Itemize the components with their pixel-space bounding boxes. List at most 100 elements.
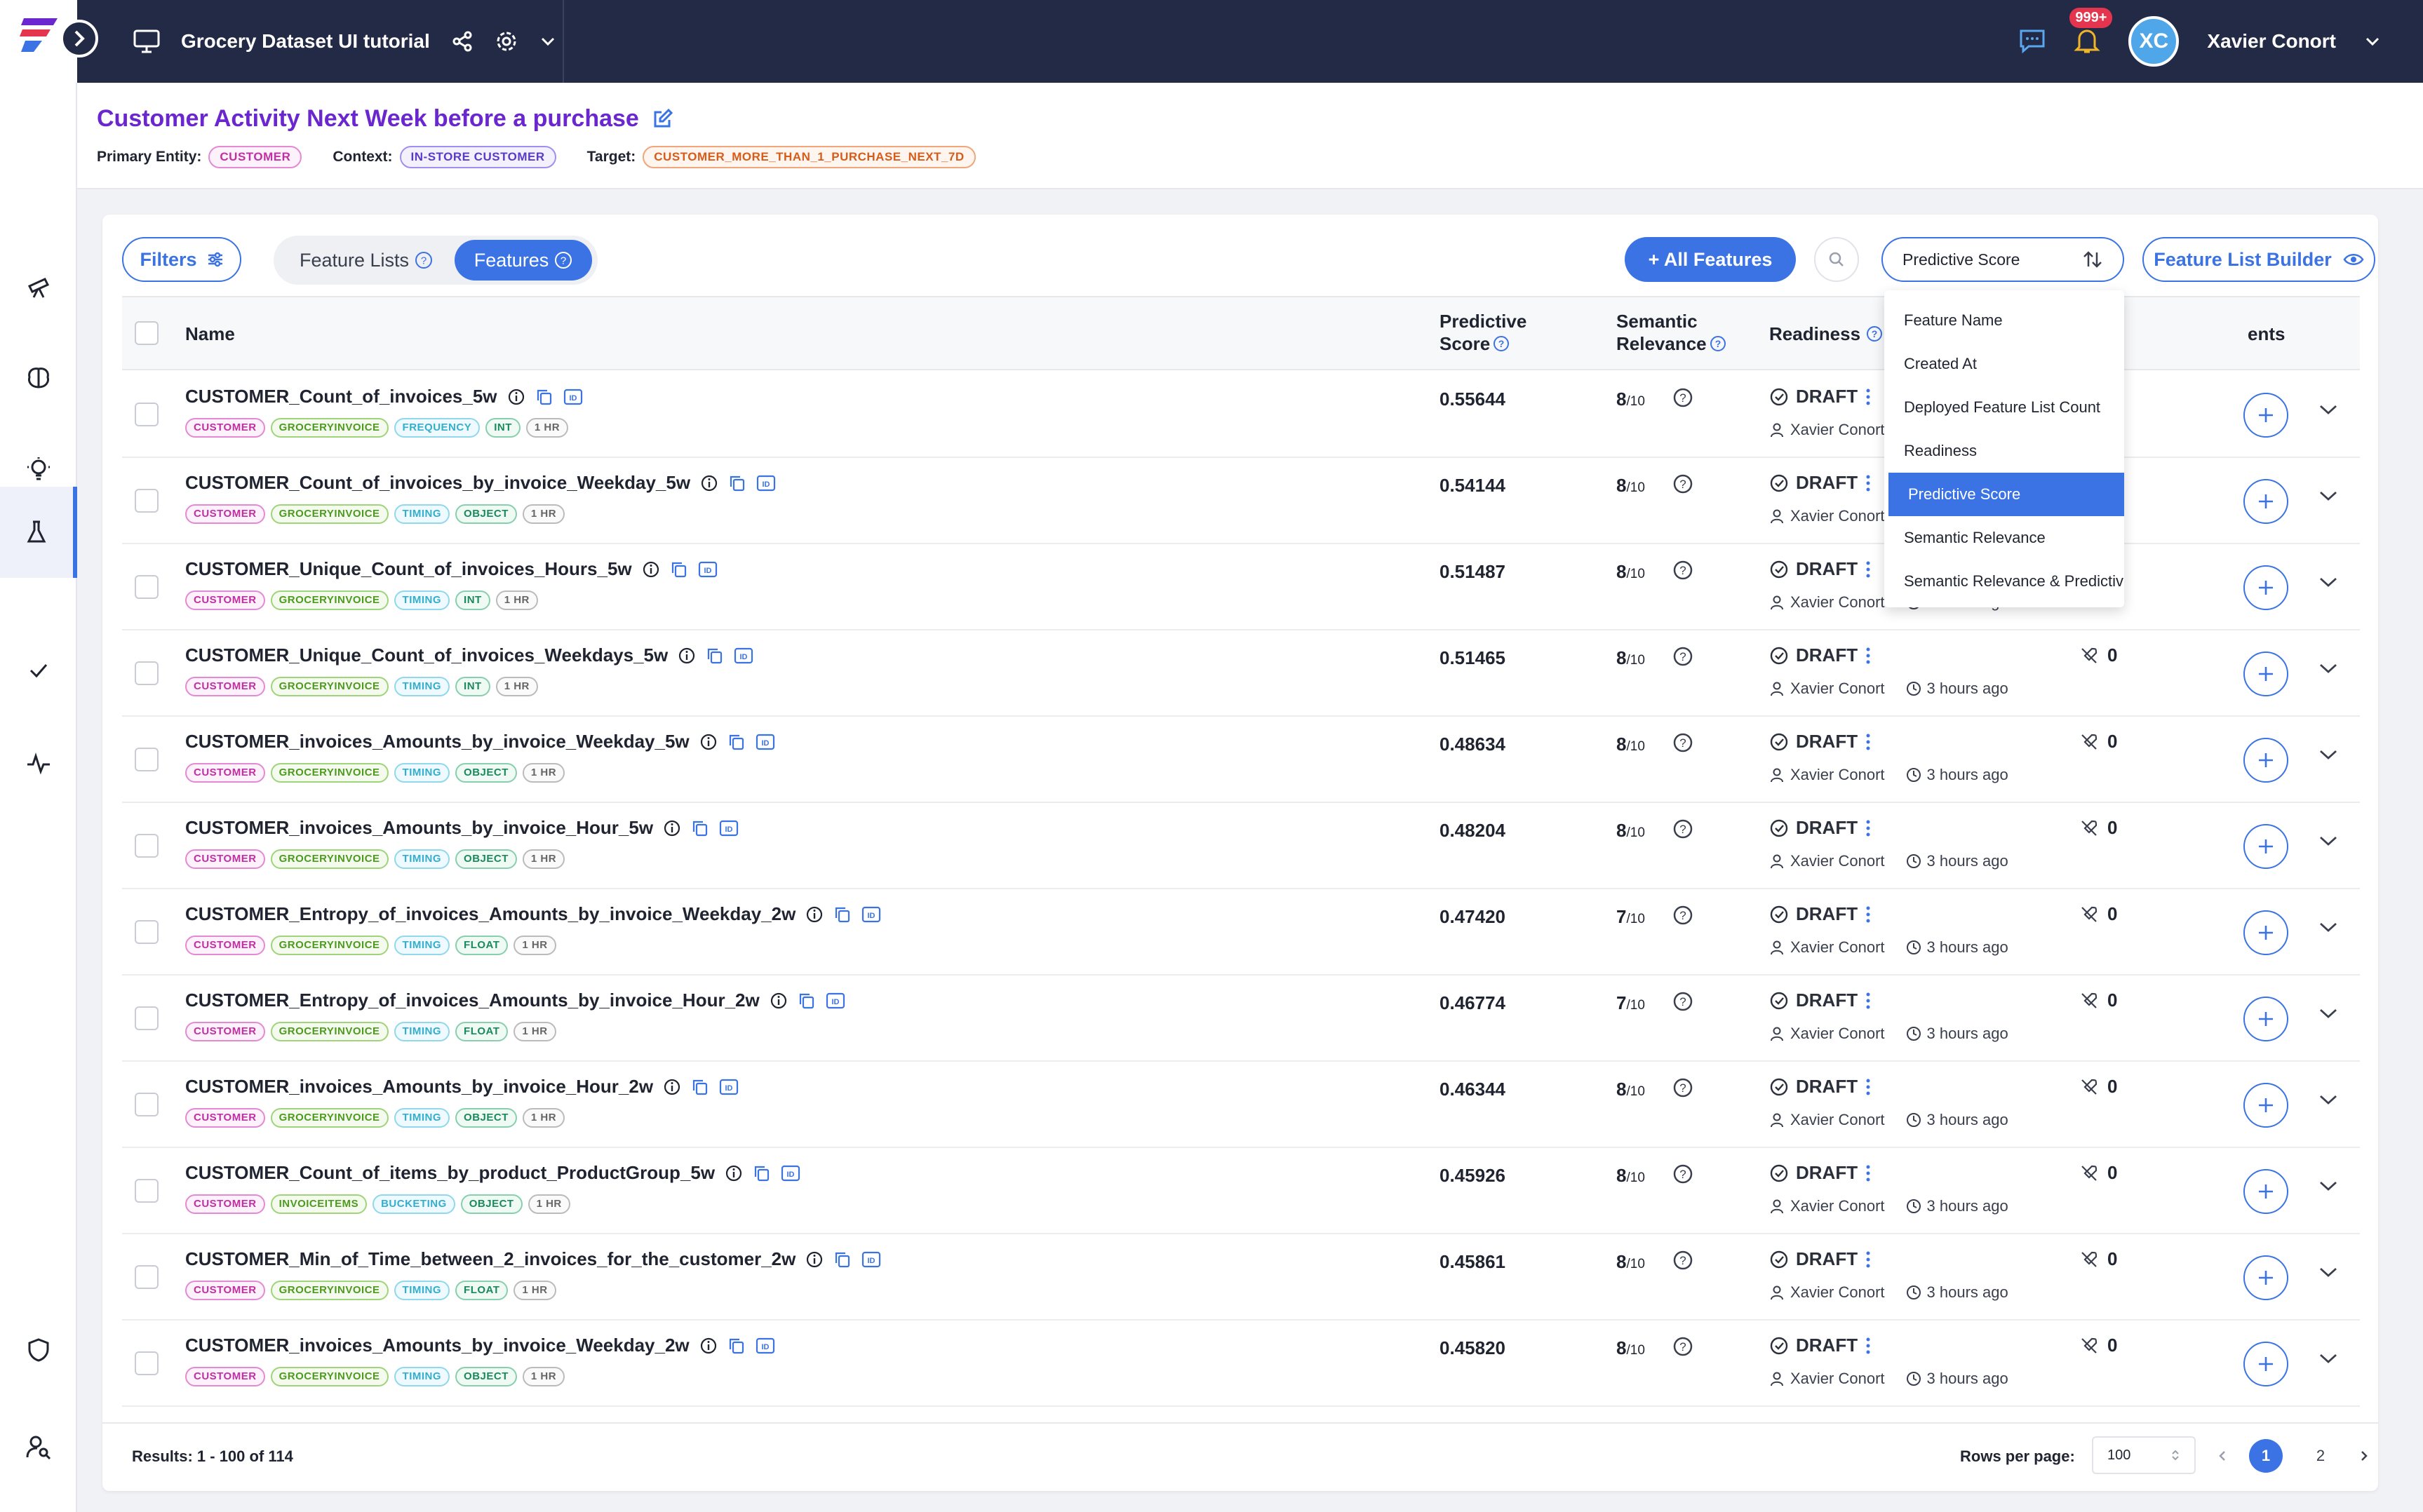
sidebar-item-telescope[interactable] bbox=[0, 241, 77, 332]
sort-option-predictive-score[interactable]: Predictive Score bbox=[1888, 473, 2124, 516]
chevron-left-icon[interactable] bbox=[2217, 1449, 2228, 1463]
add-feature-button[interactable] bbox=[2243, 565, 2288, 610]
row-checkbox[interactable] bbox=[135, 748, 159, 771]
table-row[interactable]: CUSTOMER_invoices_Amounts_by_invoice_Hou… bbox=[122, 1062, 2360, 1148]
expand-row-button[interactable] bbox=[2318, 834, 2339, 851]
row-checkbox[interactable] bbox=[135, 1265, 159, 1289]
kebab-menu-icon[interactable] bbox=[1865, 560, 1872, 579]
sort-option-feature-name[interactable]: Feature Name bbox=[1884, 299, 2124, 342]
expand-row-button[interactable] bbox=[2318, 489, 2339, 506]
copy-icon[interactable] bbox=[798, 992, 816, 1010]
row-checkbox[interactable] bbox=[135, 1093, 159, 1116]
expand-row-button[interactable] bbox=[2318, 403, 2339, 420]
kebab-menu-icon[interactable] bbox=[1865, 1163, 1872, 1183]
info-icon[interactable] bbox=[507, 388, 525, 406]
row-checkbox[interactable] bbox=[135, 1006, 159, 1030]
help-icon[interactable]: ? bbox=[1493, 335, 1510, 352]
sort-option-semantic-relevance[interactable]: Semantic Relevance bbox=[1884, 516, 2124, 560]
kebab-menu-icon[interactable] bbox=[1865, 387, 1872, 407]
row-checkbox[interactable] bbox=[135, 1351, 159, 1375]
relevance-help-icon[interactable]: ? bbox=[1672, 646, 1693, 670]
id-icon[interactable]: ID bbox=[826, 992, 845, 1009]
id-icon[interactable]: ID bbox=[734, 647, 753, 664]
sort-option-created-at[interactable]: Created At bbox=[1884, 342, 2124, 386]
tab-features[interactable]: Features ? bbox=[455, 240, 592, 281]
feature-name[interactable]: CUSTOMER_invoices_Amounts_by_invoice_Wee… bbox=[185, 1335, 690, 1356]
feature-name[interactable]: CUSTOMER_Count_of_items_by_product_Produ… bbox=[185, 1162, 715, 1184]
kebab-menu-icon[interactable] bbox=[1865, 818, 1872, 838]
sidebar-item-brain[interactable] bbox=[0, 332, 77, 424]
sort-option-deployed-count[interactable]: Deployed Feature List Count bbox=[1884, 386, 2124, 429]
copy-icon[interactable] bbox=[535, 388, 553, 406]
info-icon[interactable] bbox=[805, 1250, 824, 1269]
kebab-menu-icon[interactable] bbox=[1865, 473, 1872, 493]
chevron-right-icon[interactable] bbox=[2358, 1449, 2370, 1463]
add-feature-button[interactable] bbox=[2243, 1083, 2288, 1128]
notifications-button[interactable]: 999+ bbox=[2069, 7, 2113, 58]
row-checkbox[interactable] bbox=[135, 1179, 159, 1203]
sidebar-item-security[interactable] bbox=[0, 1304, 77, 1396]
expand-row-button[interactable] bbox=[2318, 661, 2339, 679]
feature-name[interactable]: CUSTOMER_invoices_Amounts_by_invoice_Hou… bbox=[185, 1076, 653, 1098]
page-button-2[interactable]: 2 bbox=[2304, 1439, 2337, 1473]
feature-name[interactable]: CUSTOMER_Unique_Count_of_invoices_Weekda… bbox=[185, 644, 668, 666]
sidebar-expand-button[interactable] bbox=[60, 20, 98, 58]
feature-name[interactable]: CUSTOMER_invoices_Amounts_by_invoice_Hou… bbox=[185, 817, 653, 839]
table-row[interactable]: CUSTOMER_invoices_Amounts_by_invoice_Wee… bbox=[122, 717, 2360, 803]
expand-row-button[interactable] bbox=[2318, 575, 2339, 593]
expand-row-button[interactable] bbox=[2318, 748, 2339, 765]
tab-feature-lists[interactable]: Feature Lists ? bbox=[283, 240, 449, 281]
app-logo-icon[interactable] bbox=[18, 15, 60, 53]
info-icon[interactable] bbox=[805, 905, 824, 924]
feature-name[interactable]: CUSTOMER_Min_of_Time_between_2_invoices_… bbox=[185, 1248, 796, 1270]
table-row[interactable]: CUSTOMER_Count_of_items_by_product_Produ… bbox=[122, 1148, 2360, 1234]
expand-row-button[interactable] bbox=[2318, 1351, 2339, 1369]
help-icon[interactable]: ? bbox=[554, 251, 572, 269]
row-checkbox[interactable] bbox=[135, 575, 159, 599]
relevance-help-icon[interactable]: ? bbox=[1672, 905, 1693, 929]
id-icon[interactable]: ID bbox=[563, 389, 583, 405]
expand-row-button[interactable] bbox=[2318, 1179, 2339, 1196]
table-row[interactable]: CUSTOMER_Entropy_of_invoices_Amounts_by_… bbox=[122, 889, 2360, 976]
help-icon[interactable]: ? bbox=[1866, 325, 1883, 342]
relevance-help-icon[interactable]: ? bbox=[1672, 991, 1693, 1015]
search-button[interactable] bbox=[1814, 237, 1859, 282]
id-icon[interactable]: ID bbox=[719, 1079, 739, 1095]
add-feature-button[interactable] bbox=[2243, 824, 2288, 869]
relevance-help-icon[interactable]: ? bbox=[1672, 1163, 1693, 1188]
feature-name[interactable]: CUSTOMER_Unique_Count_of_invoices_Hours_… bbox=[185, 558, 632, 580]
sort-option-readiness[interactable]: Readiness bbox=[1884, 429, 2124, 473]
add-feature-button[interactable] bbox=[2243, 738, 2288, 783]
add-feature-button[interactable] bbox=[2243, 1255, 2288, 1300]
expand-row-button[interactable] bbox=[2318, 1006, 2339, 1024]
id-icon[interactable]: ID bbox=[861, 1251, 881, 1268]
row-checkbox[interactable] bbox=[135, 661, 159, 685]
user-name[interactable]: Xavier Conort bbox=[2207, 30, 2336, 53]
copy-icon[interactable] bbox=[753, 1164, 771, 1182]
chat-icon[interactable] bbox=[2019, 29, 2046, 54]
row-checkbox[interactable] bbox=[135, 489, 159, 513]
add-feature-button[interactable] bbox=[2243, 479, 2288, 524]
kebab-menu-icon[interactable] bbox=[1865, 905, 1872, 924]
edit-icon[interactable] bbox=[652, 108, 673, 130]
add-feature-button[interactable] bbox=[2243, 910, 2288, 955]
add-feature-button[interactable] bbox=[2243, 652, 2288, 696]
all-features-button[interactable]: + All Features bbox=[1625, 237, 1796, 282]
chevron-down-icon[interactable] bbox=[2364, 36, 2381, 47]
relevance-help-icon[interactable]: ? bbox=[1672, 560, 1693, 584]
relevance-help-icon[interactable]: ? bbox=[1672, 1250, 1693, 1274]
gear-icon[interactable] bbox=[495, 29, 518, 53]
id-icon[interactable]: ID bbox=[756, 475, 776, 492]
column-header-semantic-relevance[interactable]: Semantic Relevance ? bbox=[1616, 310, 1726, 355]
info-icon[interactable] bbox=[770, 992, 788, 1010]
id-icon[interactable]: ID bbox=[781, 1165, 800, 1182]
sidebar-item-experiment[interactable] bbox=[0, 487, 77, 578]
copy-icon[interactable] bbox=[727, 1337, 746, 1355]
info-icon[interactable] bbox=[699, 1337, 718, 1355]
info-icon[interactable] bbox=[700, 474, 718, 492]
relevance-help-icon[interactable]: ? bbox=[1672, 732, 1693, 757]
info-icon[interactable] bbox=[663, 819, 681, 837]
sort-option-semantic-and-predictive[interactable]: Semantic Relevance & Predictive Score bbox=[1884, 560, 2124, 603]
relevance-help-icon[interactable]: ? bbox=[1672, 387, 1693, 412]
id-icon[interactable]: ID bbox=[719, 820, 739, 837]
